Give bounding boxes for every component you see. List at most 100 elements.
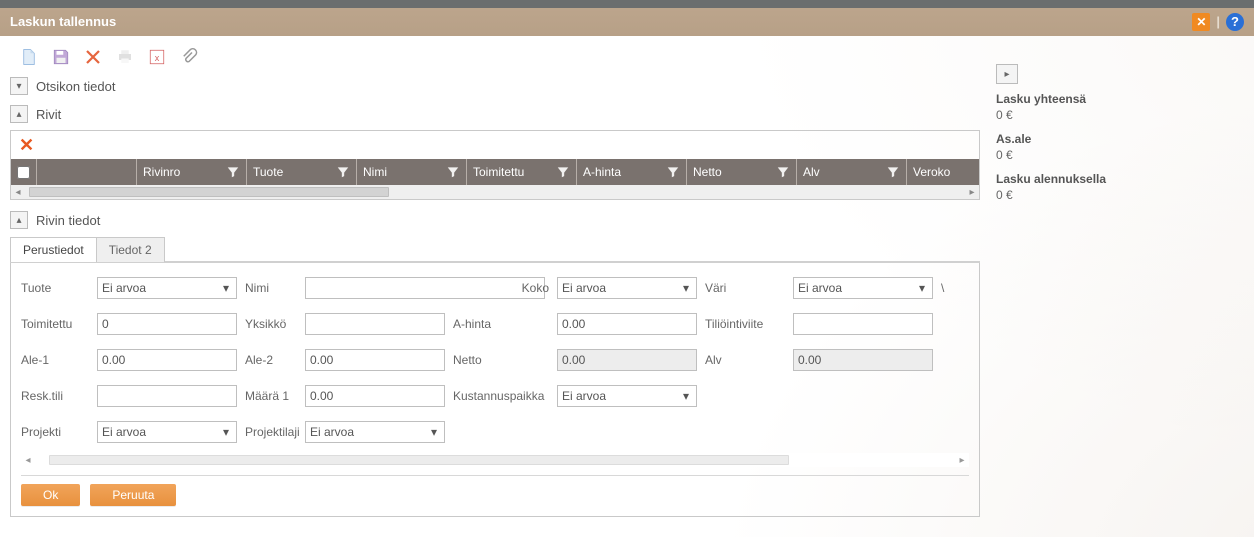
chevron-down-icon: ▾	[678, 281, 694, 295]
cancel-button[interactable]: Peruuta	[90, 484, 176, 506]
input-maara1[interactable]	[305, 385, 445, 407]
grid-col-veroko[interactable]: Veroko	[907, 159, 979, 185]
summary-total-label: Lasku yhteensä	[996, 92, 1244, 106]
section-label-rivin-tiedot: Rivin tiedot	[36, 213, 100, 228]
grid-col-label: Nimi	[363, 165, 387, 179]
combo-value: Ei arvoa	[102, 281, 146, 295]
chevron-down-icon: ▾	[218, 281, 234, 295]
label-ale1: Ale-1	[21, 353, 89, 367]
label-netto: Netto	[453, 353, 549, 367]
filter-icon[interactable]	[446, 165, 460, 179]
summary-disc-label: Lasku alennuksella	[996, 172, 1244, 186]
combo-projektilaji[interactable]: Ei arvoa ▾	[305, 421, 445, 443]
label-projektilaji: Projektilaji	[245, 425, 297, 439]
chevron-up-icon: ▴	[16, 109, 21, 120]
tab-tiedot2[interactable]: Tiedot 2	[96, 237, 165, 262]
grid-col-nimi[interactable]: Nimi	[357, 159, 467, 185]
combo-value: Ei arvoa	[562, 389, 606, 403]
toggle-rivit[interactable]: ▴	[10, 105, 28, 123]
grid-spacer	[37, 159, 137, 185]
chevron-right-icon: ▸	[1004, 69, 1009, 80]
grid-select-all[interactable]	[11, 159, 37, 185]
summary-collapse[interactable]: ▸	[996, 64, 1018, 84]
form-panel: Tuote Ei arvoa▾ Nimi Koko Ei arvoa▾ Väri…	[10, 263, 980, 517]
input-toimitettu[interactable]	[97, 313, 237, 335]
toggle-otsikon-tiedot[interactable]: ▾	[10, 77, 28, 95]
combo-value: Ei arvoa	[562, 281, 606, 295]
chevron-down-icon: ▾	[16, 81, 21, 92]
ok-button[interactable]: Ok	[21, 484, 80, 506]
combo-value: Ei arvoa	[798, 281, 842, 295]
combo-koko[interactable]: Ei arvoa ▾	[557, 277, 697, 299]
scroll-thumb[interactable]	[29, 187, 389, 197]
scroll-thumb[interactable]	[49, 455, 789, 465]
label-ale2: Ale-2	[245, 353, 297, 367]
grid-col-rivinro[interactable]: Rivinro	[137, 159, 247, 185]
combo-value: Ei arvoa	[310, 425, 354, 439]
grid-col-ahinta[interactable]: A-hinta	[577, 159, 687, 185]
combo-vari[interactable]: Ei arvoa ▾	[793, 277, 933, 299]
attachment-icon[interactable]	[180, 48, 198, 66]
scroll-right-icon[interactable]: ▸	[955, 455, 969, 466]
scroll-right-icon[interactable]: ▸	[965, 187, 979, 198]
combo-kustannuspaikka[interactable]: Ei arvoa ▾	[557, 385, 697, 407]
input-yksikko[interactable]	[305, 313, 445, 335]
grid-col-netto[interactable]: Netto	[687, 159, 797, 185]
grid-col-label: Veroko	[913, 165, 950, 179]
print-icon[interactable]	[116, 48, 134, 66]
grid-col-tuote[interactable]: Tuote	[247, 159, 357, 185]
close-icon[interactable]: ✕	[1192, 13, 1210, 31]
summary-asale-value: 0 €	[996, 148, 1244, 162]
export-excel-icon[interactable]: x	[148, 48, 166, 66]
filter-icon[interactable]	[666, 165, 680, 179]
input-ahinta[interactable]	[557, 313, 697, 335]
chevron-up-icon: ▴	[16, 215, 21, 226]
rows-grid: ✕ Rivinro Tuote Nimi	[10, 130, 980, 200]
label-tuote: Tuote	[21, 281, 89, 295]
tab-perustiedot[interactable]: Perustiedot	[10, 237, 97, 262]
input-tilioiviite[interactable]	[793, 313, 933, 335]
input-ale1[interactable]	[97, 349, 237, 371]
grid-col-label: Toimitettu	[473, 165, 524, 179]
filter-icon[interactable]	[886, 165, 900, 179]
delete-row-icon[interactable]: ✕	[19, 135, 34, 156]
scroll-left-icon[interactable]: ◂	[11, 187, 25, 198]
titlebar-divider: |	[1216, 8, 1220, 36]
filter-icon[interactable]	[776, 165, 790, 179]
tabs: Perustiedot Tiedot 2	[10, 236, 980, 263]
chevron-down-icon: ▾	[914, 281, 930, 295]
grid-horizontal-scrollbar[interactable]: ◂ ▸	[11, 185, 979, 199]
input-resktili[interactable]	[97, 385, 237, 407]
combo-tuote[interactable]: Ei arvoa ▾	[97, 277, 237, 299]
svg-text:x: x	[155, 53, 160, 63]
filter-icon[interactable]	[226, 165, 240, 179]
grid-col-label: Alv	[803, 165, 820, 179]
combo-projekti[interactable]: Ei arvoa▾	[97, 421, 237, 443]
grid-col-toimitettu[interactable]: Toimitettu	[467, 159, 577, 185]
label-ahinta: A-hinta	[453, 317, 549, 331]
panel-horizontal-scrollbar[interactable]: ◂ ▸	[21, 453, 969, 467]
summary-disc-value: 0 €	[996, 188, 1244, 202]
input-ale2[interactable]	[305, 349, 445, 371]
combo-value: Ei arvoa	[102, 425, 146, 439]
label-resktili: Resk.tili	[21, 389, 89, 403]
label-tilioiviite: Tiliöintiviite	[705, 317, 785, 331]
filter-icon[interactable]	[336, 165, 350, 179]
label-vari: Väri	[705, 281, 785, 295]
save-icon[interactable]	[52, 48, 70, 66]
label-alv: Alv	[705, 353, 785, 367]
grid-col-alv[interactable]: Alv	[797, 159, 907, 185]
help-icon[interactable]: ?	[1226, 13, 1244, 31]
chevron-down-icon: ▾	[426, 425, 442, 439]
filter-icon[interactable]	[556, 165, 570, 179]
label-maara1: Määrä 1	[245, 389, 297, 403]
new-document-icon[interactable]	[20, 48, 38, 66]
page-title: Laskun tallennus	[10, 8, 116, 36]
toggle-rivin-tiedot[interactable]: ▴	[10, 211, 28, 229]
summary-total-value: 0 €	[996, 108, 1244, 122]
delete-icon[interactable]	[84, 48, 102, 66]
chevron-down-icon: ▾	[678, 389, 694, 403]
scroll-left-icon[interactable]: ◂	[21, 455, 35, 466]
section-label-otsikon: Otsikon tiedot	[36, 79, 116, 94]
section-label-rivit: Rivit	[36, 107, 61, 122]
